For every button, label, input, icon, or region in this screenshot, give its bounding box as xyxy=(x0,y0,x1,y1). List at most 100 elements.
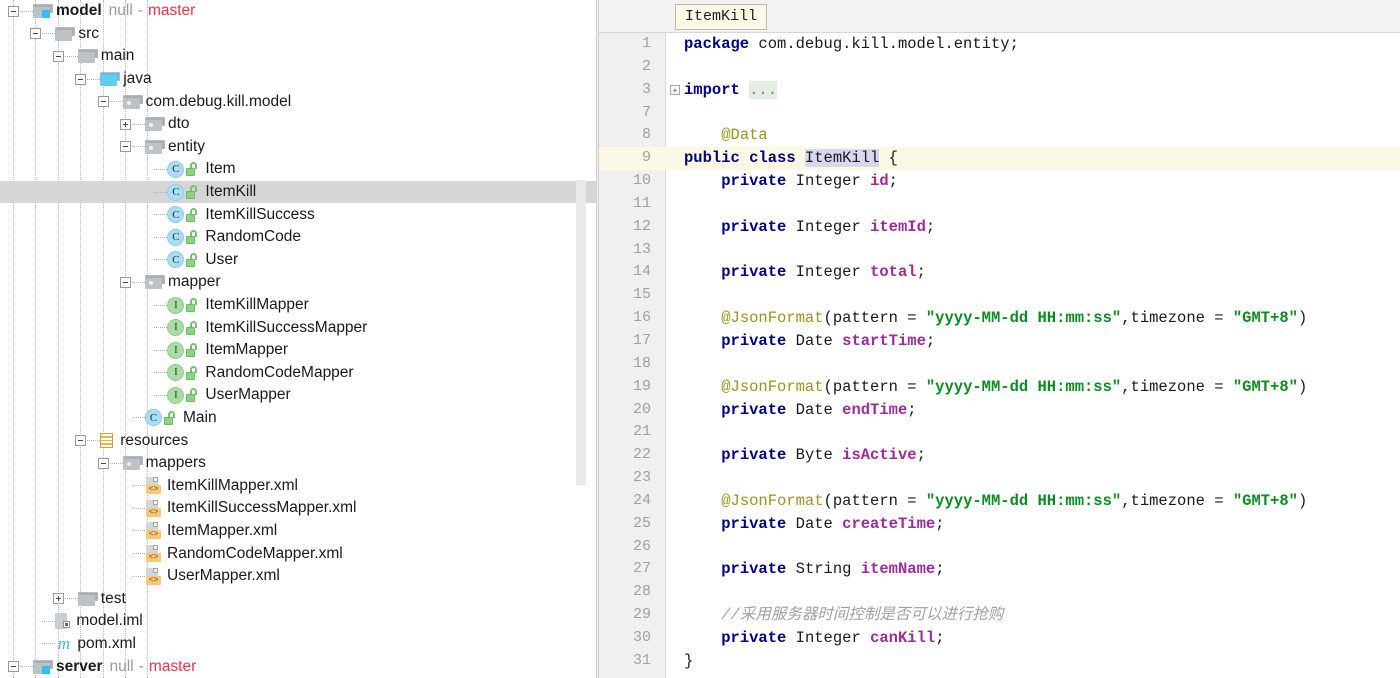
tree-connector-line xyxy=(132,530,145,532)
code-line[interactable]: 30 private Integer canKill; xyxy=(599,627,1400,650)
code-token: startTime xyxy=(842,331,926,350)
tree-connector-line xyxy=(132,417,145,419)
code-line[interactable]: 23 xyxy=(599,467,1400,490)
code-line[interactable]: 18 xyxy=(599,353,1400,376)
code-token: (pattern = xyxy=(823,377,926,396)
tree-item-label: RandomCodeMapper.xml xyxy=(167,544,343,562)
code-line[interactable]: 3 + import ... xyxy=(599,79,1400,102)
code-line[interactable]: 22 private Byte isActive; xyxy=(599,444,1400,467)
expand-node-icon[interactable] xyxy=(52,593,64,605)
xml-file-icon: <> xyxy=(145,477,161,495)
code-line[interactable]: 15 xyxy=(599,284,1400,307)
fold-expand-icon[interactable]: + xyxy=(670,84,680,95)
code-line[interactable]: 31} xyxy=(599,650,1400,673)
tree-item-usermapper[interactable]: I UserMapper xyxy=(0,384,596,407)
tree-item-itemkillsuccessmapper[interactable]: I ItemKillSuccessMapper xyxy=(0,316,596,339)
tree-connector-line xyxy=(154,168,168,170)
code-line[interactable]: 2 xyxy=(599,56,1400,79)
tree-item-com-debug-kill-model[interactable]: com.debug.kill.model xyxy=(0,90,596,113)
code-token: private xyxy=(721,400,796,419)
collapse-node-icon[interactable] xyxy=(97,457,109,469)
code-token: Integer xyxy=(795,172,871,191)
collapse-node-icon[interactable] xyxy=(75,73,87,85)
collapse-node-icon[interactable] xyxy=(30,28,42,40)
tree-item-mappers[interactable]: mappers xyxy=(0,452,596,475)
tree-item-itemkillmapper[interactable]: I ItemKillMapper xyxy=(0,294,596,317)
code-line[interactable]: 16 @JsonFormat(pattern = "yyyy-MM-dd HH:… xyxy=(599,307,1400,330)
code-line[interactable]: 21 xyxy=(599,421,1400,444)
code-line[interactable]: 26 xyxy=(599,536,1400,559)
code-line[interactable]: 19 @JsonFormat(pattern = "yyyy-MM-dd HH:… xyxy=(599,376,1400,399)
code-line[interactable]: 7 xyxy=(599,102,1400,125)
tab-itemkill[interactable]: ItemKill xyxy=(675,4,768,30)
code-token: @JsonFormat xyxy=(721,309,824,328)
git-branch-label: master xyxy=(148,657,197,675)
tree-item-main[interactable]: main xyxy=(0,45,596,68)
tree-item-item[interactable]: C Item xyxy=(0,158,596,181)
public-lock-icon xyxy=(186,365,198,380)
tree-item-pom-xml[interactable]: m pom.xml xyxy=(0,633,596,656)
tree-item-model[interactable]: model null - master xyxy=(0,0,596,23)
collapse-node-icon[interactable] xyxy=(52,50,64,62)
tree-vertical-scrollbar[interactable] xyxy=(576,0,586,678)
code-line[interactable]: 13 xyxy=(599,239,1400,262)
tree-item-usermapper-xml[interactable]: <> UserMapper.xml xyxy=(0,565,596,588)
tree-item-itemkillsuccessmapper-xml[interactable]: <> ItemKillSuccessMapper.xml xyxy=(0,497,596,520)
tree-item-main[interactable]: C Main xyxy=(0,407,596,430)
tree-item-dto[interactable]: dto xyxy=(0,113,596,136)
tree-item-randomcodemapper-xml[interactable]: <> RandomCodeMapper.xml xyxy=(0,542,596,565)
code-token: package xyxy=(684,35,759,53)
code-line[interactable]: 28 xyxy=(599,581,1400,604)
tree-scrollbar-thumb[interactable] xyxy=(576,180,586,485)
tree-item-randomcode[interactable]: C RandomCode xyxy=(0,226,596,249)
xml-file-icon: <> xyxy=(145,522,161,540)
tree-item-itemkillmapper-xml[interactable]: <> ItemKillMapper.xml xyxy=(0,474,596,497)
code-line[interactable]: 14 private Integer total; xyxy=(599,261,1400,284)
tree-item-entity[interactable]: entity xyxy=(0,136,596,159)
collapse-node-icon[interactable] xyxy=(8,5,19,17)
code-line[interactable]: 12 private Integer itemId; xyxy=(599,216,1400,239)
code-token: private xyxy=(721,446,796,465)
code-line[interactable]: 25 private Date createTime; xyxy=(599,513,1400,536)
editor-panel[interactable]: ItemKill 1 package com.debug.kill.model.e… xyxy=(599,0,1400,678)
tree-item-itemkill[interactable]: C ItemKill xyxy=(0,180,596,204)
tree-item-model-iml[interactable]: model.iml xyxy=(0,610,596,633)
code-lines[interactable]: 1 package com.debug.kill.model.entity; 2 3 +… xyxy=(599,33,1400,673)
tree-item-mapper[interactable]: mapper xyxy=(0,271,596,294)
code-line[interactable]: 24 @JsonFormat(pattern = "yyyy-MM-dd HH:… xyxy=(599,490,1400,513)
tree-item-server[interactable]: server null - master xyxy=(0,655,596,678)
tree-item-randomcodemapper[interactable]: I RandomCodeMapper xyxy=(0,362,596,385)
code-line[interactable]: 10 private Integer id; xyxy=(599,170,1400,193)
collapse-node-icon[interactable] xyxy=(120,276,131,288)
code-line[interactable]: 29 //采用服务器时间控制是否可以进行抢购 xyxy=(599,604,1400,627)
code-line[interactable]: 11 xyxy=(599,193,1400,216)
tree-item-label: dto xyxy=(168,115,190,133)
tree-item-itemmapper[interactable]: I ItemMapper xyxy=(0,339,596,362)
code-line[interactable]: 1 package com.debug.kill.model.entity; xyxy=(599,33,1400,56)
code-line[interactable]: 9 public class ItemKill { xyxy=(599,147,1400,171)
project-tree-panel[interactable]: model null - master src main java com.debug.kil… xyxy=(0,0,596,678)
collapse-node-icon[interactable] xyxy=(120,141,131,153)
tree-item-resources[interactable]: resources xyxy=(0,429,596,452)
code-line[interactable]: 17 private Date startTime; xyxy=(599,330,1400,353)
tree-item-java[interactable]: java xyxy=(0,68,596,91)
tree-item-src[interactable]: src xyxy=(0,23,596,46)
code-editor-area[interactable]: 1 package com.debug.kill.model.entity; 2 3 +… xyxy=(599,33,1400,678)
tree-item-test[interactable]: test xyxy=(0,587,596,610)
public-lock-icon xyxy=(164,410,176,425)
code-line[interactable]: 8 @Data xyxy=(599,124,1400,147)
tree-item-user[interactable]: C User xyxy=(0,249,596,272)
code-token: private xyxy=(721,172,796,191)
collapse-node-icon[interactable] xyxy=(8,661,19,673)
tree-item-label: ItemMapper xyxy=(205,341,289,359)
collapse-node-icon[interactable] xyxy=(97,96,109,108)
tree-item-itemmapper-xml[interactable]: <> ItemMapper.xml xyxy=(0,520,596,543)
tree-item-itemkillsuccess[interactable]: C ItemKillSuccess xyxy=(0,203,596,226)
collapse-node-icon[interactable] xyxy=(75,435,87,447)
expand-node-icon[interactable] xyxy=(120,118,131,130)
code-line[interactable]: 27 private String itemName; xyxy=(599,558,1400,581)
code-token: private xyxy=(721,628,796,647)
code-line[interactable]: 20 private Date endTime; xyxy=(599,399,1400,422)
